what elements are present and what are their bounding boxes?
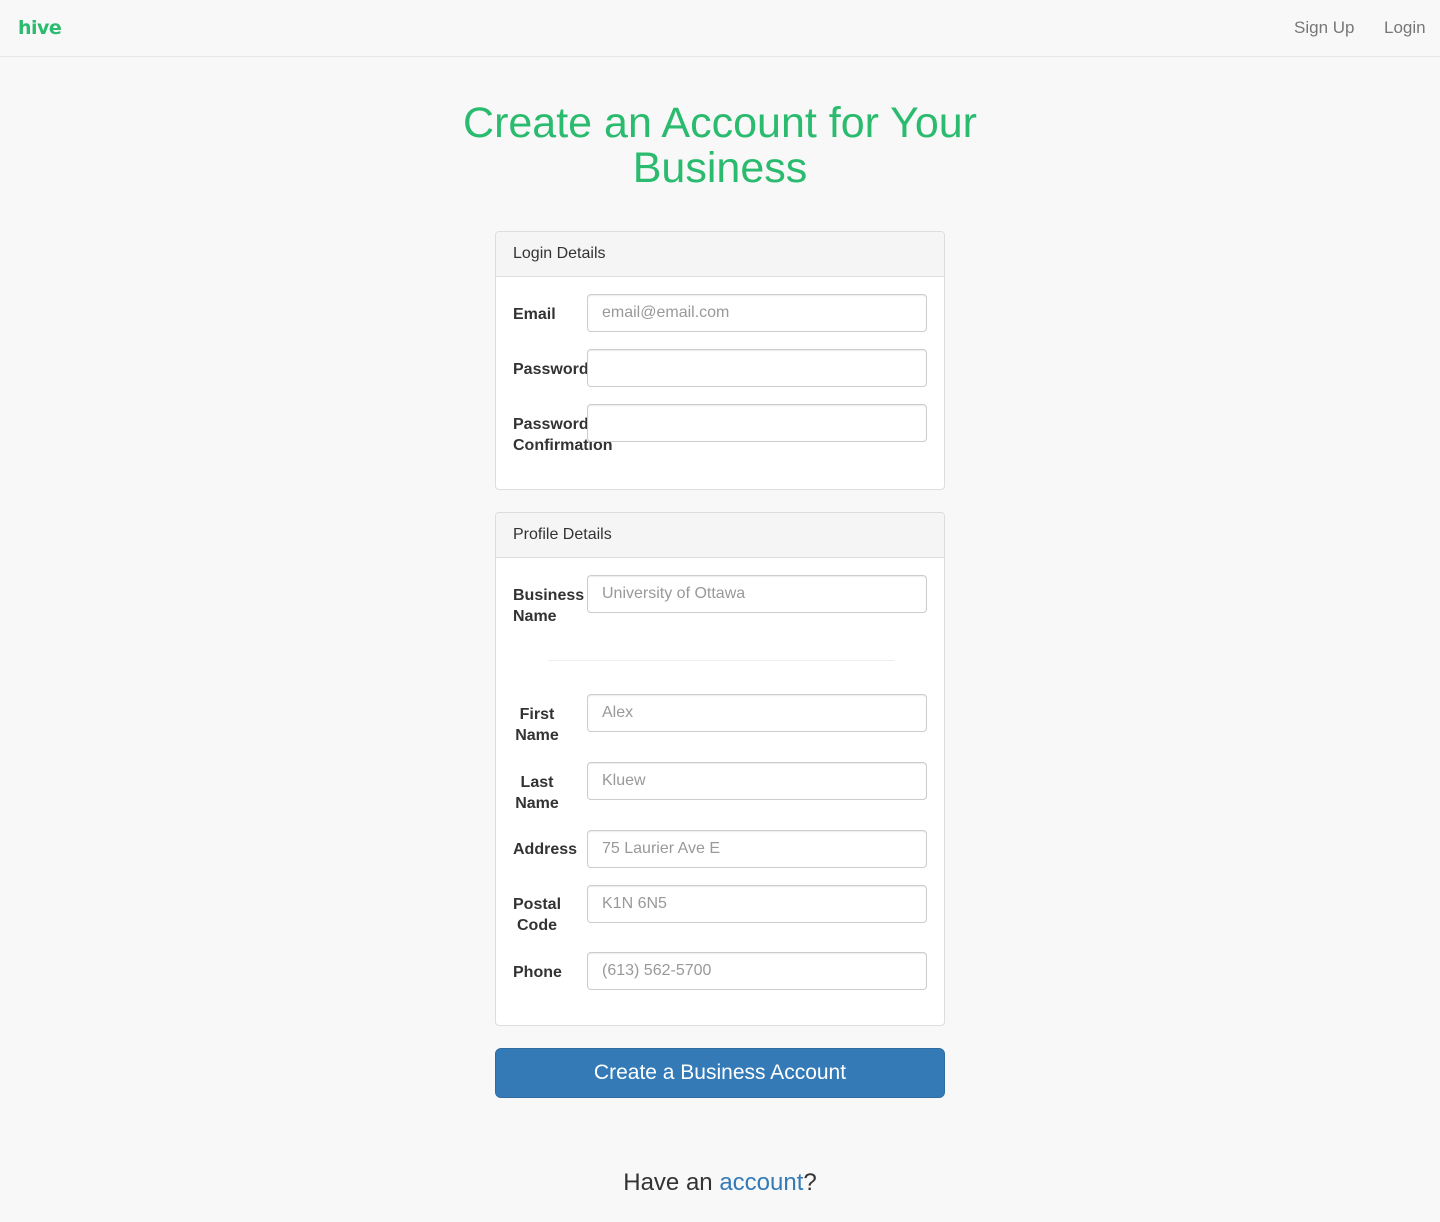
email-field[interactable] [587,294,927,332]
top-navbar: hive Sign Up Login [0,0,1440,57]
have-account-text: Have an account? [420,1168,1020,1198]
section-divider [548,660,894,661]
nav-login-link[interactable]: Login [1384,18,1426,38]
business-name-field[interactable] [587,575,927,613]
first-name-label: First Name [515,706,559,744]
postal-code-label: Postal Code [513,896,562,934]
account-login-link[interactable]: account [719,1169,803,1196]
profile-details-panel: Profile Details Business Name First Name… [495,512,945,1026]
login-details-heading: Login Details [496,232,944,277]
have-account-suffix: ? [803,1169,817,1196]
phone-field[interactable] [587,952,927,990]
password-confirmation-field[interactable] [587,404,927,442]
profile-details-heading: Profile Details [496,513,944,558]
page-title: Create an Account for Your Business [463,99,977,192]
address-field[interactable] [587,830,927,868]
first-name-field[interactable] [587,694,927,732]
create-business-account-button[interactable]: Create a Business Account [495,1048,945,1098]
have-account-prefix: Have an [623,1169,720,1196]
login-details-panel: Login Details Email Password Password Co… [495,231,945,490]
last-name-label: Last Name [515,774,559,812]
nav-sign-up-link[interactable]: Sign Up [1294,18,1354,38]
last-name-field[interactable] [587,762,927,800]
brand-logo[interactable]: hive [18,14,62,42]
password-field[interactable] [587,349,927,387]
business-name-label: Business Name [513,587,585,625]
postal-code-field[interactable] [587,885,927,923]
